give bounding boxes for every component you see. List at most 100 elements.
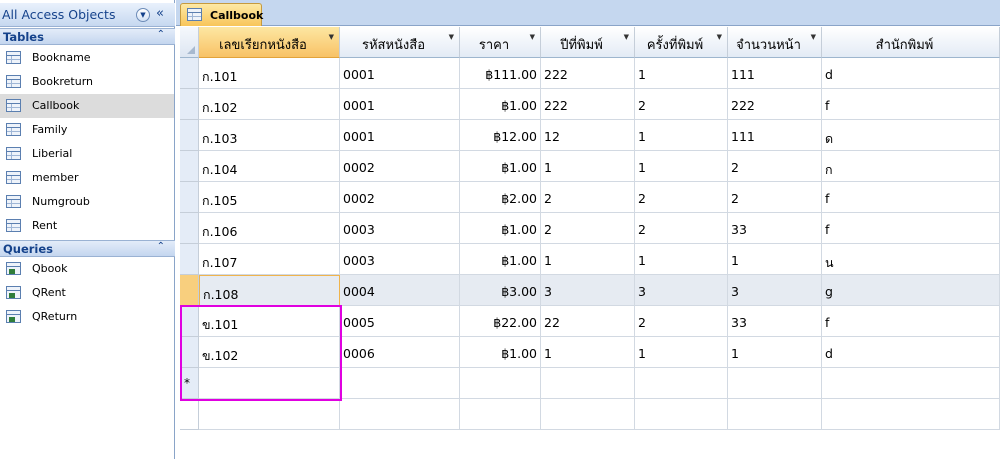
table-cell[interactable] <box>340 368 460 399</box>
table-cell[interactable]: 33 <box>728 306 822 337</box>
sort-filter-arrow-icon[interactable]: ▼ <box>811 33 816 41</box>
sort-filter-arrow-icon[interactable]: ▼ <box>530 33 535 41</box>
table-cell[interactable]: 0004 <box>340 275 460 306</box>
table-cell[interactable]: น <box>822 244 1000 275</box>
table-cell[interactable]: 222 <box>728 89 822 120</box>
chevron-up-icon[interactable]: ⌃ <box>157 241 165 252</box>
table-cell[interactable]: ด <box>822 120 1000 151</box>
table-cell[interactable] <box>541 368 635 399</box>
table-cell[interactable]: ฿12.00 <box>460 120 541 151</box>
nav-pane-header[interactable]: All Access Objects ▼ « <box>0 3 175 27</box>
sort-filter-arrow-icon[interactable]: ▼ <box>624 33 629 41</box>
table-cell[interactable] <box>728 368 822 399</box>
table-cell[interactable]: ก <box>822 151 1000 182</box>
nav-item-bookreturn[interactable]: Bookreturn <box>0 70 174 94</box>
table-cell[interactable] <box>635 368 728 399</box>
table-cell[interactable]: 2 <box>635 306 728 337</box>
table-cell[interactable]: 2 <box>541 213 635 244</box>
table-cell[interactable]: 0001 <box>340 89 460 120</box>
table-cell[interactable]: ฿1.00 <box>460 213 541 244</box>
column-header[interactable]: ราคา ▼ <box>460 27 541 58</box>
table-cell[interactable]: f <box>822 213 1000 244</box>
chevron-up-icon[interactable]: ⌃ <box>157 29 165 40</box>
table-cell[interactable]: 2 <box>635 89 728 120</box>
record-selector[interactable] <box>180 182 199 213</box>
table-cell[interactable]: 3 <box>635 275 728 306</box>
table-cell[interactable]: 1 <box>541 337 635 368</box>
table-cell[interactable]: 0002 <box>340 151 460 182</box>
sort-filter-arrow-icon[interactable]: ▼ <box>329 33 334 41</box>
group-queries-header[interactable]: Queries ⌃ <box>0 240 175 257</box>
nav-item-member[interactable]: member <box>0 166 174 190</box>
table-cell[interactable]: 222 <box>541 89 635 120</box>
table-cell[interactable]: 0005 <box>340 306 460 337</box>
table-cell[interactable] <box>199 368 340 399</box>
record-selector[interactable]: * <box>180 368 199 399</box>
group-tables-header[interactable]: Tables ⌃ <box>0 28 175 45</box>
table-cell[interactable]: 1 <box>635 151 728 182</box>
column-header[interactable]: ปีที่พิมพ์ ▼ <box>541 27 635 58</box>
table-cell[interactable]: ฿1.00 <box>460 337 541 368</box>
nav-item-qreturn[interactable]: QReturn <box>0 305 174 329</box>
table-cell[interactable]: ฿3.00 <box>460 275 541 306</box>
table-cell[interactable]: 222 <box>541 58 635 89</box>
tab-callbook[interactable]: Callbook <box>180 3 263 26</box>
record-selector[interactable] <box>180 89 199 120</box>
table-cell[interactable]: 2 <box>635 182 728 213</box>
table-cell[interactable] <box>460 368 541 399</box>
table-cell[interactable]: ก.102 <box>199 89 340 120</box>
chevron-down-icon[interactable]: ▼ <box>136 8 150 22</box>
sort-filter-arrow-icon[interactable]: ▼ <box>717 33 722 41</box>
table-cell[interactable]: ก.103 <box>199 120 340 151</box>
sort-filter-arrow-icon[interactable]: ▼ <box>449 33 454 41</box>
table-cell[interactable]: ฿1.00 <box>460 89 541 120</box>
table-cell[interactable]: ฿1.00 <box>460 244 541 275</box>
shutter-collapse-icon[interactable]: « <box>156 6 164 21</box>
select-all-corner[interactable] <box>180 27 199 58</box>
table-cell[interactable]: ก.105 <box>199 182 340 213</box>
table-cell[interactable]: 1 <box>635 337 728 368</box>
table-cell[interactable]: 12 <box>541 120 635 151</box>
nav-item-liberial[interactable]: Liberial <box>0 142 174 166</box>
nav-item-qrent[interactable]: QRent <box>0 281 174 305</box>
table-cell[interactable]: 0001 <box>340 58 460 89</box>
table-cell[interactable]: 111 <box>728 120 822 151</box>
table-cell[interactable]: ก.107 <box>199 244 340 275</box>
table-cell[interactable]: 111 <box>728 58 822 89</box>
column-header[interactable]: ครั้งที่พิมพ์ ▼ <box>635 27 728 58</box>
column-header[interactable]: รหัสหนังสือ ▼ <box>340 27 460 58</box>
table-cell[interactable]: 1 <box>541 151 635 182</box>
table-cell[interactable]: ก.106 <box>199 213 340 244</box>
table-cell[interactable]: 2 <box>541 182 635 213</box>
table-cell[interactable]: ฿111.00 <box>460 58 541 89</box>
table-cell[interactable]: 1 <box>728 337 822 368</box>
nav-item-callbook[interactable]: Callbook <box>0 94 174 118</box>
table-cell[interactable]: 0003 <box>340 213 460 244</box>
table-cell[interactable]: 3 <box>541 275 635 306</box>
table-cell[interactable]: ก.101 <box>199 58 340 89</box>
table-cell[interactable]: 2 <box>728 151 822 182</box>
nav-item-qbook[interactable]: Qbook <box>0 257 174 281</box>
table-cell[interactable]: ก.108 <box>199 275 340 306</box>
table-cell[interactable]: d <box>822 58 1000 89</box>
record-selector[interactable] <box>180 120 199 151</box>
column-header[interactable]: สำนักพิมพ์ <box>822 27 1000 58</box>
table-cell[interactable]: 0001 <box>340 120 460 151</box>
record-selector[interactable] <box>180 213 199 244</box>
table-cell[interactable]: f <box>822 306 1000 337</box>
table-cell[interactable]: 1 <box>541 244 635 275</box>
table-cell[interactable]: ก.104 <box>199 151 340 182</box>
record-selector[interactable] <box>180 58 199 89</box>
record-selector[interactable] <box>180 275 199 306</box>
table-cell[interactable]: 22 <box>541 306 635 337</box>
table-cell[interactable]: 33 <box>728 213 822 244</box>
table-cell[interactable]: d <box>822 337 1000 368</box>
table-cell[interactable]: ข.101 <box>199 306 340 337</box>
record-selector[interactable] <box>180 244 199 275</box>
column-header[interactable]: เลขเรียกหนังสือ ▼ <box>199 27 340 58</box>
table-cell[interactable]: 2 <box>635 213 728 244</box>
table-cell[interactable]: 0003 <box>340 244 460 275</box>
table-cell[interactable]: 2 <box>728 182 822 213</box>
table-cell[interactable]: 0006 <box>340 337 460 368</box>
table-cell[interactable]: 1 <box>728 244 822 275</box>
